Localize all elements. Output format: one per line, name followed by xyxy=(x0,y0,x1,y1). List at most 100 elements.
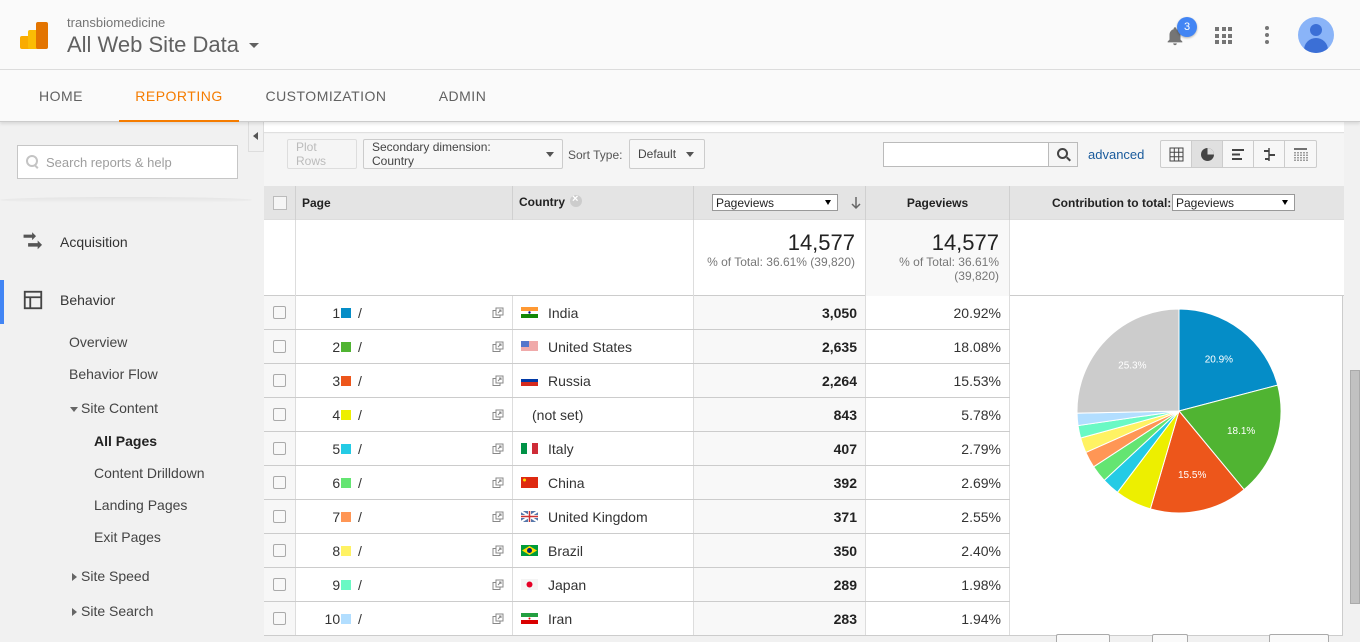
tab-admin[interactable]: ADMIN xyxy=(425,70,500,122)
country-link[interactable]: Russia xyxy=(548,373,591,389)
more-vert-icon[interactable] xyxy=(1264,26,1270,44)
bar-list-icon xyxy=(1232,149,1244,160)
rows-per-page-select[interactable] xyxy=(1056,634,1110,642)
row-checkbox[interactable] xyxy=(273,510,286,523)
sidebar-item-content-drilldown[interactable]: Content Drilldown xyxy=(94,465,205,481)
row-checkbox[interactable] xyxy=(273,578,286,591)
row-checkbox[interactable] xyxy=(273,408,286,421)
sidebar-group-site-speed[interactable]: Site Speed xyxy=(72,568,150,584)
country-link[interactable]: (not set) xyxy=(532,407,583,423)
page-link[interactable]: / xyxy=(358,475,362,491)
open-page-external-icon[interactable] xyxy=(492,545,504,557)
secondary-dimension-dropdown[interactable]: Secondary dimension: Country xyxy=(363,139,563,169)
search-reports-input[interactable] xyxy=(46,154,226,170)
user-avatar[interactable] xyxy=(1298,17,1334,53)
page-link[interactable]: / xyxy=(358,543,362,559)
property-selector[interactable]: All Web Site Data xyxy=(67,32,260,58)
table-view-button[interactable] xyxy=(1161,141,1192,167)
sidebar-group-site-content[interactable]: Site Content xyxy=(70,400,158,416)
sidebar-item-acquisition[interactable]: Acquisition xyxy=(0,222,252,262)
metric-select[interactable]: Pageviews xyxy=(712,194,838,211)
sidebar-group-site-search[interactable]: Site Search xyxy=(72,603,153,619)
page-link[interactable]: / xyxy=(358,407,362,423)
page-link[interactable]: / xyxy=(358,509,362,525)
pageviews-value: 392 xyxy=(833,474,857,491)
plot-rows-button[interactable]: Plot Rows xyxy=(287,139,357,169)
country-link[interactable]: China xyxy=(548,475,585,491)
open-page-external-icon[interactable] xyxy=(492,477,504,489)
page-link[interactable]: / xyxy=(358,339,362,355)
sort-type-value: Default xyxy=(638,147,677,161)
sidebar-item-overview[interactable]: Overview xyxy=(69,334,127,350)
select-all-checkbox[interactable] xyxy=(272,196,287,210)
page-scrollbar[interactable] xyxy=(1344,122,1360,638)
open-page-external-icon[interactable] xyxy=(492,409,504,421)
row-checkbox[interactable] xyxy=(273,612,286,625)
table-filter-box[interactable] xyxy=(883,142,1049,167)
sort-descending-arrow-icon[interactable] xyxy=(850,196,862,210)
advanced-filter-link[interactable]: advanced xyxy=(1088,147,1144,162)
country-link[interactable]: Japan xyxy=(548,577,586,593)
country-link[interactable]: United States xyxy=(548,339,632,355)
row-checkbox[interactable] xyxy=(273,374,286,387)
page-link[interactable]: / xyxy=(358,373,362,389)
contribution-metric-select[interactable]: Pageviews xyxy=(1172,194,1295,211)
tab-home[interactable]: HOME xyxy=(20,70,102,122)
goto-page-input[interactable] xyxy=(1152,634,1188,642)
collapse-sidebar-button[interactable] xyxy=(248,122,264,152)
flag-it-icon xyxy=(521,443,538,454)
country-link[interactable]: United Kingdom xyxy=(548,509,648,525)
open-page-external-icon[interactable] xyxy=(492,341,504,353)
country-cell: Russia xyxy=(513,364,694,397)
performance-view-button[interactable] xyxy=(1223,141,1254,167)
open-page-external-icon[interactable] xyxy=(492,579,504,591)
tab-reporting[interactable]: REPORTING xyxy=(119,70,239,122)
table-row: 2. / United States 2,635 18.08% xyxy=(264,330,1010,364)
sidebar-item-behavior-flow[interactable]: Behavior Flow xyxy=(69,366,158,382)
pageviews-cell: 283 xyxy=(694,602,866,635)
row-checkbox[interactable] xyxy=(273,544,286,557)
sidebar-item-exit-pages[interactable]: Exit Pages xyxy=(94,529,161,545)
page-link[interactable]: / xyxy=(358,577,362,593)
row-checkbox[interactable] xyxy=(273,340,286,353)
page-link[interactable]: / xyxy=(358,441,362,457)
scrollbar-thumb[interactable] xyxy=(1350,370,1360,604)
row-checkbox[interactable] xyxy=(273,476,286,489)
open-page-external-icon[interactable] xyxy=(492,443,504,455)
tab-customization[interactable]: CUSTOMIZATION xyxy=(256,70,396,122)
header-country[interactable]: Country xyxy=(513,186,694,220)
page-link[interactable]: / xyxy=(358,611,362,627)
remove-dimension-icon[interactable] xyxy=(570,193,582,207)
header-page[interactable]: Page xyxy=(296,186,513,220)
country-link[interactable]: India xyxy=(548,305,578,321)
sidebar-item-behavior[interactable]: Behavior xyxy=(0,280,252,324)
comparison-view-button[interactable] xyxy=(1254,141,1285,167)
page-link[interactable]: / xyxy=(358,305,362,321)
pie-view-button[interactable] xyxy=(1192,141,1223,167)
country-link[interactable]: Brazil xyxy=(548,543,583,559)
open-page-external-icon[interactable] xyxy=(492,613,504,625)
group-label: Site Content xyxy=(81,400,159,416)
sort-type-dropdown[interactable]: Default xyxy=(629,139,705,169)
row-checkbox[interactable] xyxy=(273,442,286,455)
contribution-cell: 1.94% xyxy=(866,602,1010,635)
collapsed-triangle-icon xyxy=(72,573,77,582)
analytics-logo-icon[interactable] xyxy=(20,22,48,49)
open-page-external-icon[interactable] xyxy=(492,307,504,319)
country-link[interactable]: Iran xyxy=(548,611,572,627)
open-page-external-icon[interactable] xyxy=(492,511,504,523)
pagination-buttons[interactable] xyxy=(1269,634,1329,642)
open-page-external-icon[interactable] xyxy=(492,375,504,387)
page-cell: 8. / xyxy=(296,534,513,567)
filter-search-button[interactable] xyxy=(1048,142,1078,167)
row-checkbox[interactable] xyxy=(273,306,286,319)
search-reports-box[interactable] xyxy=(17,145,238,179)
pageviews-value: 843 xyxy=(833,406,857,423)
sidebar-item-landing-pages[interactable]: Landing Pages xyxy=(94,497,187,513)
apps-grid-icon[interactable] xyxy=(1215,27,1232,44)
pivot-view-button[interactable] xyxy=(1285,141,1316,167)
header-pageviews[interactable]: Pageviews xyxy=(866,186,1010,220)
table-filter-input[interactable] xyxy=(884,143,1048,166)
country-link[interactable]: Italy xyxy=(548,441,574,457)
sidebar-item-all-pages[interactable]: All Pages xyxy=(94,433,157,449)
